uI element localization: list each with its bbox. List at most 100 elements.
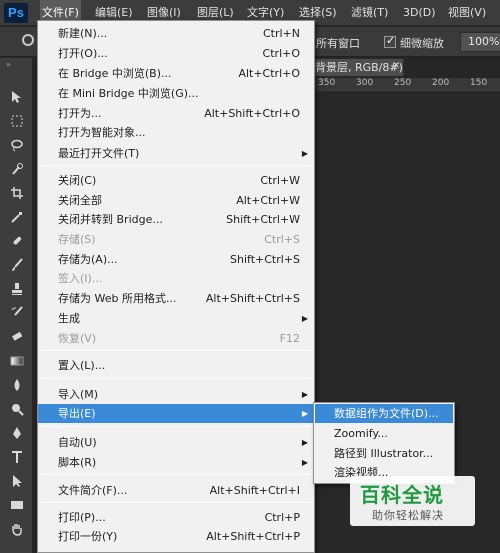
- menu-item-print[interactable]: 打印(P)... Ctrl+P: [38, 508, 314, 527]
- panel-grip-icon[interactable]: »: [6, 60, 12, 69]
- menu-item-label: 生成: [58, 312, 80, 325]
- menu-item-generate[interactable]: 生成 ▶: [38, 309, 314, 328]
- menu-item-export[interactable]: 导出(E) ▶: [38, 404, 314, 423]
- scrubby-zoom-label: 细微缩放: [400, 37, 444, 50]
- menu-item-browse-in-bridge[interactable]: 在 Bridge 中浏览(B)... Alt+Ctrl+O: [38, 64, 314, 83]
- menu-item-shortcut: Ctrl+S: [264, 233, 300, 246]
- submenu-item-label: 路径到 Illustrator...: [334, 447, 434, 460]
- clone-stamp-tool-icon[interactable]: [4, 278, 30, 300]
- menu-separator: [41, 502, 311, 503]
- menu-item-label: 打印(P)...: [58, 511, 106, 524]
- eraser-tool-icon[interactable]: [4, 326, 30, 348]
- menu-item-new[interactable]: 新建(N)... Ctrl+N: [38, 24, 314, 43]
- menu-item-label: 关闭并转到 Bridge...: [58, 213, 163, 226]
- lasso-tool-icon[interactable]: [4, 134, 30, 156]
- document-tab[interactable]: 背景层, RGB/8#): [312, 58, 404, 77]
- menu-item-shortcut: Alt+Ctrl+O: [238, 67, 300, 80]
- menu-item-save-as[interactable]: 存储为(A)... Shift+Ctrl+S: [38, 250, 314, 269]
- submenu-arrow-icon: ▶: [301, 149, 308, 158]
- menu-item-label: 最近打开文件(T): [58, 147, 140, 160]
- menu-item-place[interactable]: 置入(L)...: [38, 356, 314, 375]
- hand-tool-icon[interactable]: [4, 518, 30, 540]
- menu-item-file-info[interactable]: 文件简介(F)... Alt+Shift+Ctrl+I: [38, 481, 314, 500]
- menu-separator: [41, 426, 311, 427]
- menu-item-open-as-smart-object[interactable]: 打开为智能对象...: [38, 123, 314, 142]
- rectangle-tool-icon[interactable]: [4, 494, 30, 516]
- menu-view[interactable]: 视图(V): [446, 0, 488, 26]
- menu-item-label: 在 Bridge 中浏览(B)...: [58, 67, 172, 80]
- menu-item-shortcut: Shift+Ctrl+S: [230, 253, 300, 266]
- submenu-arrow-icon: ▶: [301, 458, 308, 467]
- menu-item-label: 关闭(C): [58, 174, 97, 187]
- menu-separator: [41, 378, 311, 379]
- menu-item-label: 置入(L)...: [58, 359, 106, 372]
- tools-panel: »: [0, 58, 33, 553]
- ruler-tick: 150: [470, 78, 488, 88]
- submenu-item-data-sets-as-files[interactable]: 数据组作为文件(D)...: [315, 404, 453, 423]
- eyedropper-tool-icon[interactable]: [4, 206, 30, 228]
- all-windows-label: 所有窗口: [316, 37, 360, 50]
- ruler-tick: 200: [432, 78, 450, 88]
- photoshop-logo: Ps: [4, 3, 28, 23]
- menu-item-open[interactable]: 打开(O)... Ctrl+O: [38, 44, 314, 63]
- menu-item-open-recent[interactable]: 最近打开文件(T) ▶: [38, 144, 314, 163]
- menu-item-label: 打开(O)...: [58, 47, 108, 60]
- menu-item-label: 打开为...: [58, 107, 102, 120]
- menu-item-shortcut: Ctrl+P: [264, 511, 300, 524]
- menu-item-label: 存储(S): [58, 233, 96, 246]
- menu-item-close-all[interactable]: 关闭全部 Alt+Ctrl+W: [38, 191, 314, 210]
- history-brush-tool-icon[interactable]: [4, 302, 30, 324]
- menu-item-shortcut: Alt+Shift+Ctrl+P: [206, 530, 300, 543]
- zoom-tool-icon: [22, 34, 34, 46]
- menu-item-save[interactable]: 存储(S) Ctrl+S: [38, 230, 314, 249]
- dodge-tool-icon[interactable]: [4, 398, 30, 420]
- scrubby-zoom-checkbox[interactable]: [384, 34, 396, 48]
- submenu-item-zoomify[interactable]: Zoomify...: [315, 424, 453, 443]
- menu-item-browse-in-mini-bridge[interactable]: 在 Mini Bridge 中浏览(G)...: [38, 84, 314, 103]
- menu-item-open-as[interactable]: 打开为... Alt+Shift+Ctrl+O: [38, 104, 314, 123]
- menu-item-label: 在 Mini Bridge 中浏览(G)...: [58, 87, 199, 100]
- type-tool-icon[interactable]: [4, 446, 30, 468]
- menu-item-save-for-web[interactable]: 存储为 Web 所用格式... Alt+Shift+Ctrl+S: [38, 289, 314, 308]
- submenu-item-paths-to-illustrator[interactable]: 路径到 Illustrator...: [315, 444, 453, 463]
- pen-tool-icon[interactable]: [4, 422, 30, 444]
- menu-3d[interactable]: 3D(D): [401, 0, 438, 26]
- menu-item-label: 脚本(R): [58, 456, 97, 469]
- document-close-icon[interactable]: ×: [392, 60, 400, 71]
- menu-item-label: 关闭全部: [58, 194, 102, 207]
- menu-item-print-one-copy[interactable]: 打印一份(Y) Alt+Shift+Ctrl+P: [38, 527, 314, 546]
- marquee-tool-icon[interactable]: [4, 110, 30, 132]
- menu-item-shortcut: Alt+Shift+Ctrl+O: [204, 107, 300, 120]
- menu-item-close[interactable]: 关闭(C) Ctrl+W: [38, 171, 314, 190]
- menu-item-shortcut: Alt+Shift+Ctrl+I: [209, 484, 300, 497]
- menu-item-revert[interactable]: 恢复(V) F12: [38, 329, 314, 348]
- gradient-tool-icon[interactable]: [4, 350, 30, 372]
- ruler-tick: 300: [356, 78, 374, 88]
- menu-item-automate[interactable]: 自动(U) ▶: [38, 433, 314, 452]
- menu-item-label: 存储为 Web 所用格式...: [58, 292, 177, 305]
- crop-tool-icon[interactable]: [4, 182, 30, 204]
- menu-item-shortcut: Alt+Ctrl+W: [236, 194, 300, 207]
- menu-item-import[interactable]: 导入(M) ▶: [38, 385, 314, 404]
- zoom-percent-field[interactable]: 100%: [460, 32, 500, 52]
- menu-filter[interactable]: 滤镜(T): [349, 0, 390, 26]
- submenu-arrow-icon: ▶: [301, 438, 308, 447]
- move-tool-icon[interactable]: [4, 86, 30, 108]
- menu-item-shortcut: Ctrl+W: [260, 174, 300, 187]
- menu-item-label: 存储为(A)...: [58, 253, 118, 266]
- brush-tool-icon[interactable]: [4, 254, 30, 276]
- quick-selection-tool-icon[interactable]: [4, 158, 30, 180]
- menu-item-check-in[interactable]: 签入(I)...: [38, 269, 314, 288]
- menu-item-scripts[interactable]: 脚本(R) ▶: [38, 453, 314, 472]
- menu-item-label: 打印一份(Y): [58, 530, 118, 543]
- menu-item-shortcut: Ctrl+N: [262, 27, 300, 40]
- ruler-tick: 350: [318, 78, 336, 88]
- menu-item-close-and-go-to-bridge[interactable]: 关闭并转到 Bridge... Shift+Ctrl+W: [38, 210, 314, 229]
- blur-tool-icon[interactable]: [4, 374, 30, 396]
- watermark-subtitle: 助你轻松解决: [372, 509, 444, 522]
- menu-item-shortcut: Shift+Ctrl+W: [226, 213, 300, 226]
- healing-brush-tool-icon[interactable]: [4, 230, 30, 252]
- path-selection-tool-icon[interactable]: [4, 470, 30, 492]
- menu-item-shortcut: Alt+Shift+Ctrl+S: [205, 292, 300, 305]
- menu-item-shortcut: F12: [279, 332, 300, 345]
